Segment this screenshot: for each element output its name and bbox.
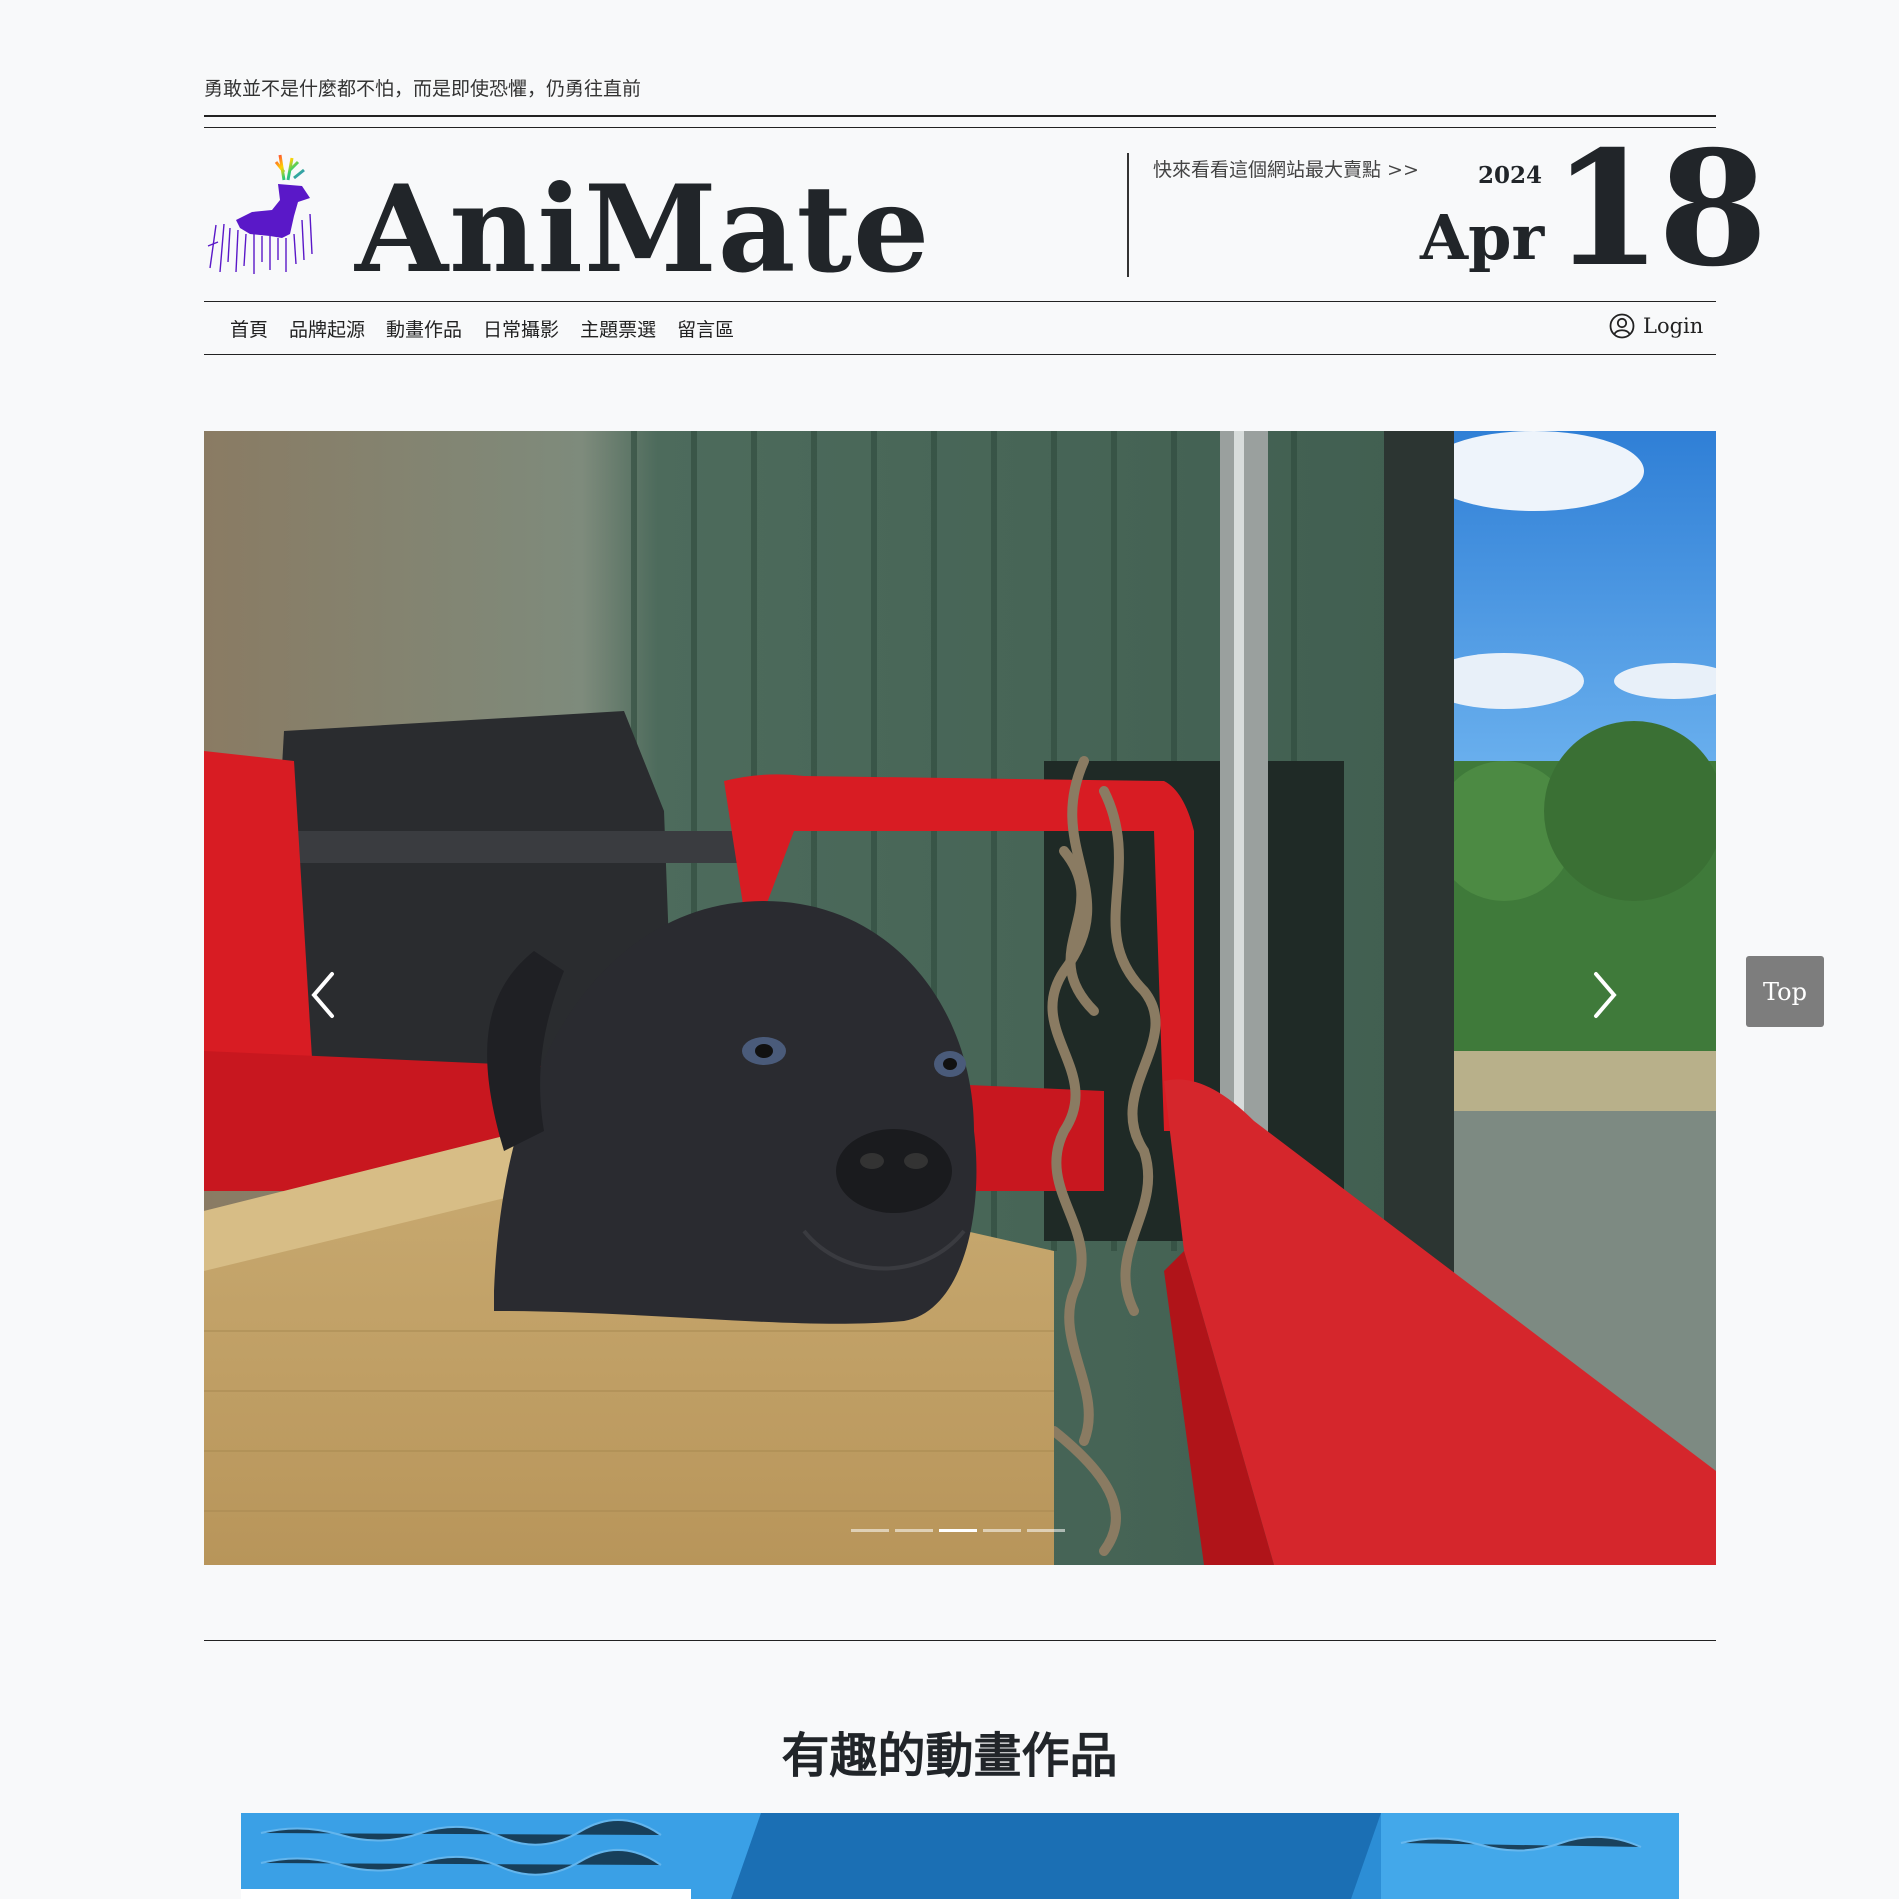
section-title: 有趣的動畫作品 [781, 1728, 1118, 1784]
carousel-indicator-5[interactable] [1027, 1529, 1065, 1532]
nav-item-message-board[interactable]: 留言區 [677, 315, 734, 342]
site-motto: 勇敢並不是什麼都不怕，而是即使恐懼，仍勇往直前 [204, 78, 642, 100]
carousel-indicator-4[interactable] [983, 1529, 1021, 1532]
promo-link[interactable]: 快來看看這個網站最大賣點 >> [1153, 155, 1419, 182]
nav-rule-top [204, 301, 1716, 302]
date-month: Apr [1420, 201, 1545, 274]
brand-title[interactable]: AniMate [355, 160, 930, 300]
puppy-photo [204, 431, 1716, 1565]
main-nav: 首頁 品牌起源 動畫作品 日常攝影 主題票選 留言區 [230, 315, 734, 342]
back-to-top-button[interactable]: Top [1746, 956, 1824, 1027]
login-link[interactable]: Login [1609, 313, 1703, 339]
nav-item-theme-vote[interactable]: 主題票選 [580, 315, 656, 342]
carousel-indicator-1[interactable] [851, 1529, 889, 1532]
deer-logo-icon[interactable] [206, 150, 336, 275]
nav-item-home[interactable]: 首頁 [230, 315, 268, 342]
hero-carousel[interactable] [204, 431, 1716, 1565]
date-year: 2024 [1478, 162, 1543, 189]
carousel-indicators [851, 1529, 1065, 1532]
chevron-left-icon[interactable] [300, 960, 350, 1030]
carousel-indicator-3[interactable] [939, 1529, 977, 1532]
carousel-indicator-2[interactable] [895, 1529, 933, 1532]
header-rule-thick [204, 115, 1716, 117]
chevron-right-icon[interactable] [1578, 960, 1628, 1030]
section-divider [204, 1640, 1716, 1641]
date-day: 18 [1552, 117, 1768, 302]
nav-rule-bottom [204, 354, 1716, 355]
header-rule-thin [204, 127, 1716, 128]
nav-item-brand-origin[interactable]: 品牌起源 [289, 315, 365, 342]
nav-item-daily-photos[interactable]: 日常攝影 [483, 315, 559, 342]
header-divider [1127, 153, 1129, 277]
login-label: Login [1643, 314, 1704, 338]
user-circle-icon [1609, 313, 1635, 339]
nav-item-animations[interactable]: 動畫作品 [386, 315, 462, 342]
animation-video-thumbnail[interactable] [241, 1813, 1679, 1899]
